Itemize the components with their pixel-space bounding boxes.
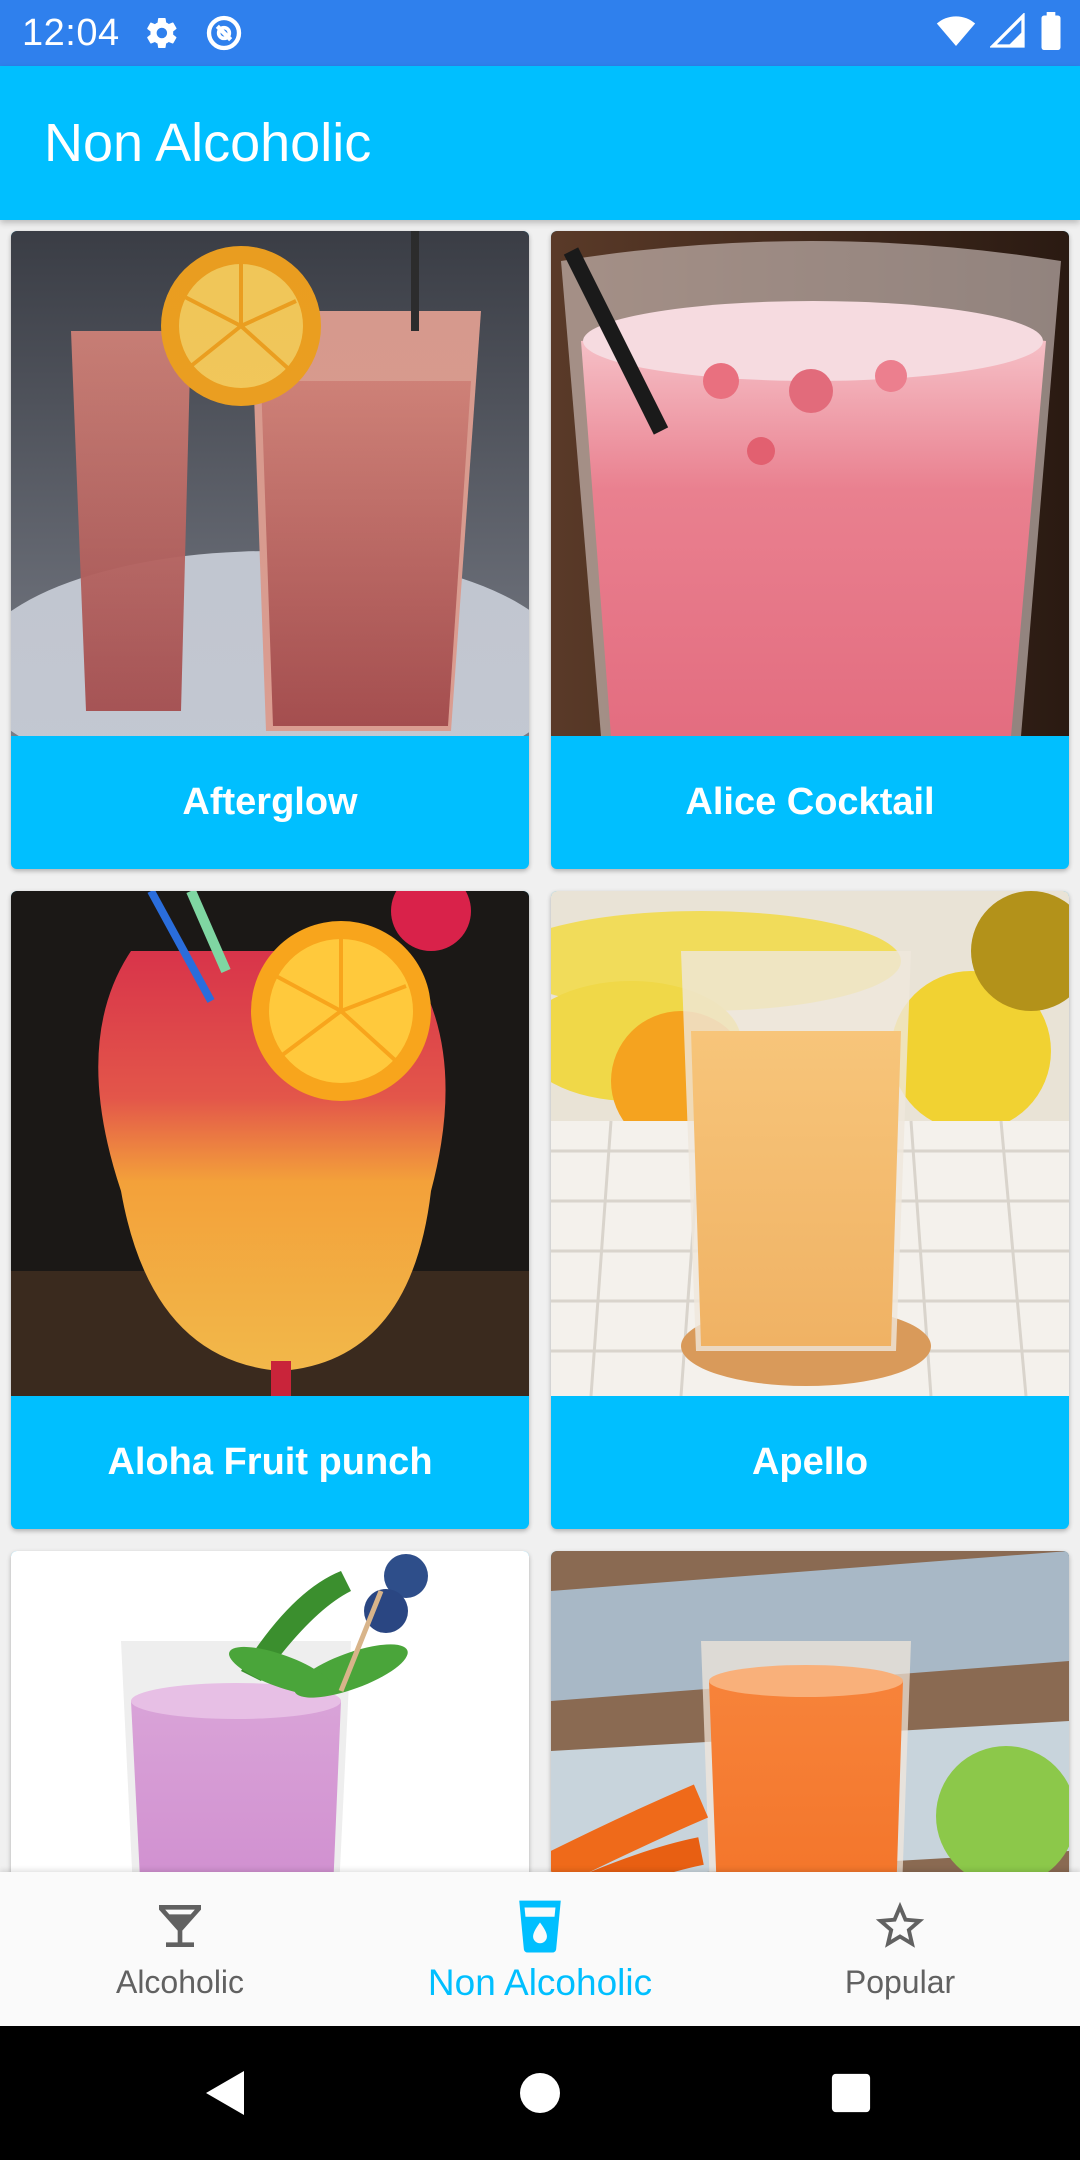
drink-card[interactable] xyxy=(551,1551,1069,1872)
status-bar: 12:04 xyxy=(0,0,1080,66)
app-bar: Non Alcoholic xyxy=(0,66,1080,220)
drink-image xyxy=(551,891,1069,1396)
drink-name: Apello xyxy=(751,1441,869,1483)
nav-label: Non Alcoholic xyxy=(427,1962,653,2003)
battery-icon xyxy=(1040,11,1062,55)
bottom-navigation: Alcoholic Non Alcoholic Popular xyxy=(0,1872,1080,2026)
wifi-icon xyxy=(936,14,976,53)
recents-icon[interactable] xyxy=(791,2026,911,2160)
drink-image xyxy=(11,891,529,1396)
drink-image xyxy=(551,231,1069,736)
drink-image xyxy=(551,1551,1069,1872)
drink-image xyxy=(11,1551,529,1872)
star-icon xyxy=(871,1898,929,1954)
drink-name: Aloha Fruit punch xyxy=(107,1441,433,1483)
nav-item-alcoholic[interactable]: Alcoholic xyxy=(0,1872,360,2026)
drink-card[interactable]: Aloha Fruit punch xyxy=(11,891,529,1529)
drink-card[interactable]: Afterglow xyxy=(11,231,529,869)
home-icon[interactable] xyxy=(480,2026,600,2160)
gear-icon xyxy=(144,15,180,51)
page-title: Non Alcoholic xyxy=(44,113,372,173)
nav-item-popular[interactable]: Popular xyxy=(720,1872,1080,2026)
drink-grid[interactable]: Afterglow Alice Cocktail Aloha Fruit pun… xyxy=(0,220,1080,1872)
status-time: 12:04 xyxy=(22,11,120,54)
nav-label: Alcoholic xyxy=(115,1964,245,2000)
nav-item-non-alcoholic[interactable]: Non Alcoholic xyxy=(360,1872,720,2026)
back-icon[interactable] xyxy=(166,2026,286,2160)
cup-drop-icon xyxy=(512,1898,568,1954)
drink-image xyxy=(11,231,529,736)
cell-signal-icon xyxy=(989,11,1026,54)
system-navigation-bar xyxy=(0,2026,1080,2160)
drink-card[interactable] xyxy=(11,1551,529,1872)
data-saver-icon xyxy=(204,13,244,53)
cocktail-glass-icon xyxy=(152,1898,208,1954)
drink-card[interactable]: Apello xyxy=(551,891,1069,1529)
nav-label: Popular xyxy=(844,1964,956,2000)
drink-card[interactable]: Alice Cocktail xyxy=(551,231,1069,869)
drink-name: Alice Cocktail xyxy=(685,781,935,823)
drink-name: Afterglow xyxy=(182,781,358,823)
